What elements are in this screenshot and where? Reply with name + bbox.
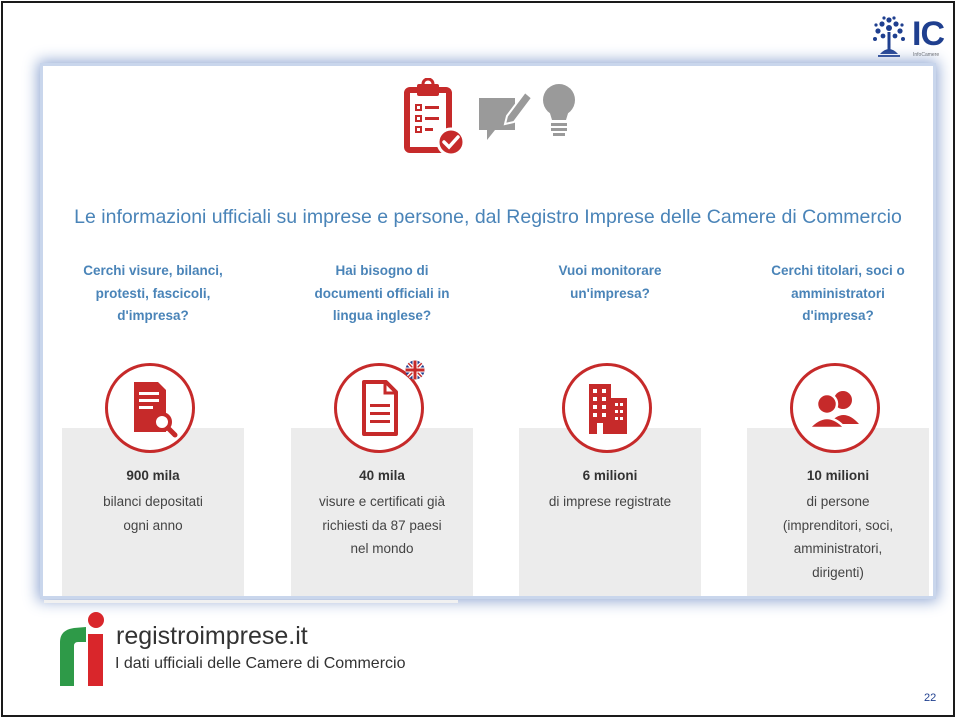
- uk-flag-icon: [405, 360, 425, 380]
- stat-description: visure e certificati già richiesti da 87…: [318, 494, 446, 556]
- info-column-company-people: Cerchi titolari, soci o amministratori d…: [747, 66, 929, 596]
- stat-value: 6 milioni: [582, 468, 638, 483]
- registroimprese-tagline: I dati ufficiali delle Camere di Commerc…: [115, 655, 406, 672]
- stat-value: 10 milioni: [806, 468, 870, 483]
- info-column-balance-sheets: Cerchi visure, bilanci, protesti, fascic…: [62, 66, 244, 596]
- stat-description: di persone (imprenditori, soci, amminist…: [782, 494, 894, 580]
- building-icon: [562, 363, 652, 453]
- info-column-monitor-company: Vuoi monitorare un'impresa? 6 milioni di…: [519, 66, 701, 596]
- stat-description: bilanci depositati ogni anno: [103, 494, 203, 533]
- divider: [44, 600, 458, 603]
- stat-description: di imprese registrate: [548, 494, 672, 509]
- tree-seal-icon: [873, 16, 905, 57]
- registroimprese-name: registroimprese.it: [116, 622, 308, 650]
- stat-value: 900 mila: [126, 468, 180, 483]
- registroimprese-logo: registroimprese.it I dati ufficiali dell…: [44, 600, 464, 690]
- ri-mark-icon: [60, 612, 104, 686]
- page-number: 22: [924, 692, 937, 704]
- column-question: Vuoi monitorare un'impresa?: [558, 263, 662, 301]
- column-question: Cerchi visure, bilanci, protesti, fascic…: [83, 263, 223, 323]
- column-question: Hai bisogno di documenti officiali in li…: [314, 263, 450, 323]
- stat-value: 40 mila: [359, 468, 405, 483]
- info-card: Le informazioni ufficiali su imprese e p…: [43, 66, 933, 596]
- ic-logo-text: IC: [912, 15, 945, 53]
- column-question: Cerchi titolari, soci o amministratori d…: [771, 263, 905, 323]
- info-column-english-documents: Hai bisogno di documenti officiali in li…: [291, 66, 473, 596]
- people-icon: [790, 363, 880, 453]
- infocamere-logo: IC InfoCamere: [868, 14, 948, 62]
- document-search-icon: [105, 363, 195, 453]
- ic-logo-subtext: InfoCamere: [913, 52, 940, 58]
